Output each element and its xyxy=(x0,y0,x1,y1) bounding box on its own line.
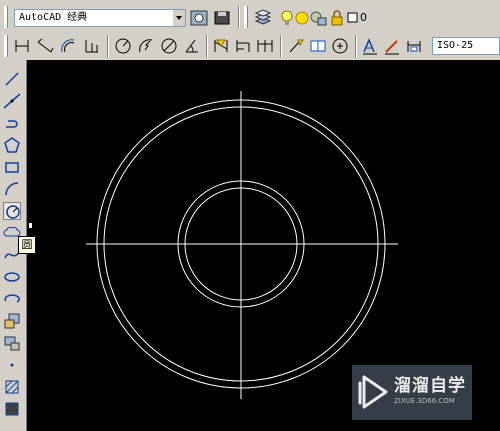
circle-icon[interactable] xyxy=(3,202,21,220)
ordinate-dimension-icon[interactable] xyxy=(83,37,101,55)
separator xyxy=(280,35,282,57)
watermark-url: ZIXUE.3D66.COM xyxy=(394,397,455,405)
insert-block-icon[interactable] xyxy=(3,312,21,330)
make-block-icon[interactable] xyxy=(3,334,21,352)
chevron-down-icon[interactable] xyxy=(172,10,185,26)
workspace-select[interactable]: AutoCAD 经典 xyxy=(14,9,186,27)
radius-dimension-icon[interactable] xyxy=(114,37,132,55)
tolerance-icon[interactable] xyxy=(309,37,327,55)
arc-length-icon[interactable] xyxy=(59,37,77,55)
quick-dimension-icon[interactable] xyxy=(212,37,230,55)
continue-dimension-icon[interactable] xyxy=(256,37,274,55)
aligned-dimension-icon[interactable] xyxy=(36,37,54,55)
separator xyxy=(238,6,240,28)
line-icon[interactable] xyxy=(3,70,21,88)
separator xyxy=(206,35,208,57)
diameter-dimension-icon[interactable] xyxy=(160,37,178,55)
play-logo-icon xyxy=(358,375,388,409)
dimension-update-icon[interactable] xyxy=(405,37,423,55)
tooltip-text: 圆 xyxy=(21,238,33,251)
quick-leader-icon[interactable] xyxy=(287,37,305,55)
dimension-style-value: ISO-25 xyxy=(437,40,474,51)
ellipse-icon[interactable] xyxy=(3,268,21,286)
layer-color-swatch-icon[interactable] xyxy=(344,9,358,27)
separator xyxy=(355,35,357,57)
workspace-settings-icon[interactable] xyxy=(190,9,208,27)
workspace-toolbar: AutoCAD 经典 0 xyxy=(0,0,500,32)
tooltip-pointer xyxy=(28,222,33,229)
gradient-icon[interactable] xyxy=(3,400,21,418)
toolbar-grip[interactable] xyxy=(244,6,248,28)
angular-dimension-icon[interactable] xyxy=(183,37,201,55)
point-icon[interactable] xyxy=(3,356,21,374)
construction-line-icon[interactable] xyxy=(3,92,21,110)
center-mark-icon[interactable] xyxy=(331,37,349,55)
watermark-brand: 溜溜自学 xyxy=(394,376,466,396)
ellipse-arc-icon[interactable] xyxy=(3,290,21,308)
toolbar-grip[interactable] xyxy=(4,6,8,28)
jogged-dimension-icon[interactable] xyxy=(137,37,155,55)
rectangle-icon[interactable] xyxy=(3,158,21,176)
layer-viewport-icon[interactable] xyxy=(309,9,327,27)
dimension-toolbar: ISO-25 xyxy=(0,31,500,61)
baseline-dimension-icon[interactable] xyxy=(234,37,252,55)
toolbar-grip[interactable] xyxy=(4,35,8,57)
workspace-select-value: AutoCAD 经典 xyxy=(19,12,88,23)
polygon-icon[interactable] xyxy=(3,136,21,154)
dimension-text-edit-icon[interactable] xyxy=(383,37,401,55)
arc-icon[interactable] xyxy=(3,180,21,198)
save-workspace-icon[interactable] xyxy=(213,9,231,27)
hatch-icon[interactable] xyxy=(3,378,21,396)
watermark-badge: 溜溜自学 ZIXUE.3D66.COM xyxy=(352,365,472,420)
polyline-icon[interactable] xyxy=(3,114,21,132)
linear-dimension-icon[interactable] xyxy=(13,37,31,55)
separator xyxy=(107,35,109,57)
layer-manager-icon[interactable] xyxy=(254,9,272,27)
dimension-edit-icon[interactable] xyxy=(361,37,379,55)
layer-name: 0 xyxy=(360,11,367,24)
circle-tooltip: 圆 xyxy=(18,236,36,254)
dimension-style-select[interactable]: ISO-25 xyxy=(432,37,500,55)
